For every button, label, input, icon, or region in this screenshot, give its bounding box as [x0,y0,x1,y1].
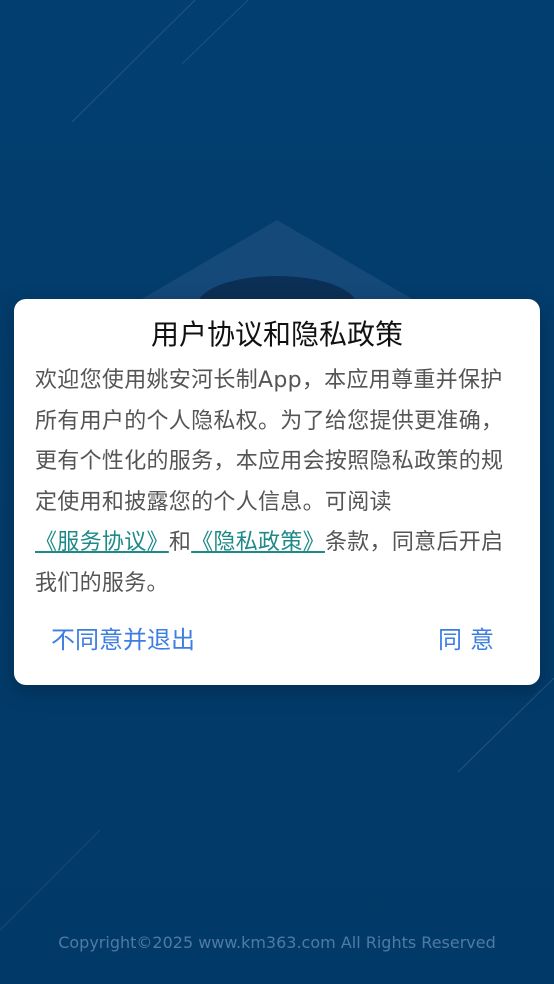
dialog-body: 欢迎您使用姚安河长制App，本应用尊重并保护所有用户的个人隐私权。为了给您提供更… [35,361,516,604]
service-agreement-link[interactable]: 《服务协议》 [35,530,169,555]
agree-button[interactable]: 同意 [438,623,502,657]
app-logo-shape [140,220,414,310]
dialog-title: 用户协议和隐私政策 [150,318,403,351]
privacy-dialog: 用户协议和隐私政策 欢迎您使用姚安河长制App，本应用尊重并保护所有用户的个人隐… [14,299,540,685]
body-intro-text: 欢迎您使用姚安河长制App，本应用尊重并保护所有用户的个人隐私权。为了给您提供更… [35,368,504,515]
copyright-footer: Copyright©2025 www.km363.com All Rights … [58,933,496,952]
connector-text: 和 [168,530,192,555]
privacy-policy-link[interactable]: 《隐私政策》 [191,530,325,555]
disagree-exit-button[interactable]: 不同意并退出 [51,623,195,657]
